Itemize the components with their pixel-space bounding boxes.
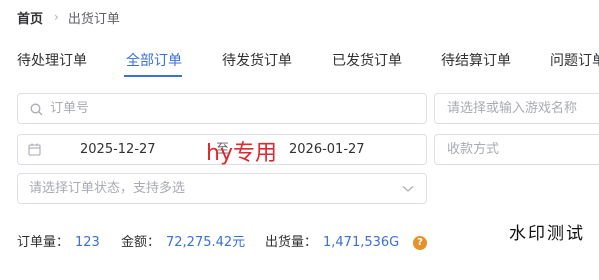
amount-value: 72,275.42元 [166, 235, 246, 250]
game-select-placeholder: 请选择或输入游戏名称 [447, 101, 578, 116]
order-number-input[interactable]: 订单号 [17, 93, 427, 124]
active-tab-indicator [124, 75, 182, 77]
amount-label: 金额： [121, 235, 161, 250]
tab-pending[interactable]: 待处理订单 [17, 50, 87, 70]
order-status-select[interactable]: 请选择订单状态，支持多选 [17, 173, 427, 204]
calendar-icon [28, 143, 41, 156]
watermark-text: 水印测试 [509, 224, 585, 244]
end-date[interactable]: 2026-01-27 [289, 135, 365, 164]
order-number-placeholder: 订单号 [50, 101, 90, 116]
tab-all[interactable]: 全部订单 [126, 50, 182, 70]
tab-to-ship[interactable]: 待发货订单 [222, 50, 292, 70]
breadcrumb-separator-icon: › [54, 10, 59, 24]
payment-method-placeholder: 收款方式 [447, 142, 500, 157]
help-icon[interactable]: ? [413, 236, 427, 250]
breadcrumb-home[interactable]: 首页 [17, 8, 43, 27]
tab-shipped[interactable]: 已发货订单 [332, 50, 402, 70]
breadcrumb: 首页 › 出货订单 [17, 7, 120, 27]
order-tabs: 待处理订单 全部订单 待发货订单 已发货订单 待结算订单 问题订单 [0, 42, 599, 78]
tab-to-settle[interactable]: 待结算订单 [441, 50, 511, 70]
chevron-down-icon [402, 186, 414, 192]
payment-method-select[interactable]: 收款方式 [434, 134, 599, 165]
overlay-stamp-text: hy专用 [206, 141, 277, 166]
search-icon [30, 103, 43, 116]
breadcrumb-current: 出货订单 [67, 11, 120, 27]
start-date[interactable]: 2025-12-27 [80, 135, 156, 164]
shipped-label: 出货量： [265, 235, 318, 250]
order-status-placeholder: 请选择订单状态，支持多选 [29, 181, 186, 196]
order-count-value: 123 [75, 235, 100, 250]
shipped-value: 1,471,536G [323, 235, 400, 250]
order-count-label: 订单量： [17, 235, 70, 250]
tab-problem[interactable]: 问题订单 [550, 50, 599, 70]
game-select[interactable]: 请选择或输入游戏名称 [434, 93, 599, 124]
